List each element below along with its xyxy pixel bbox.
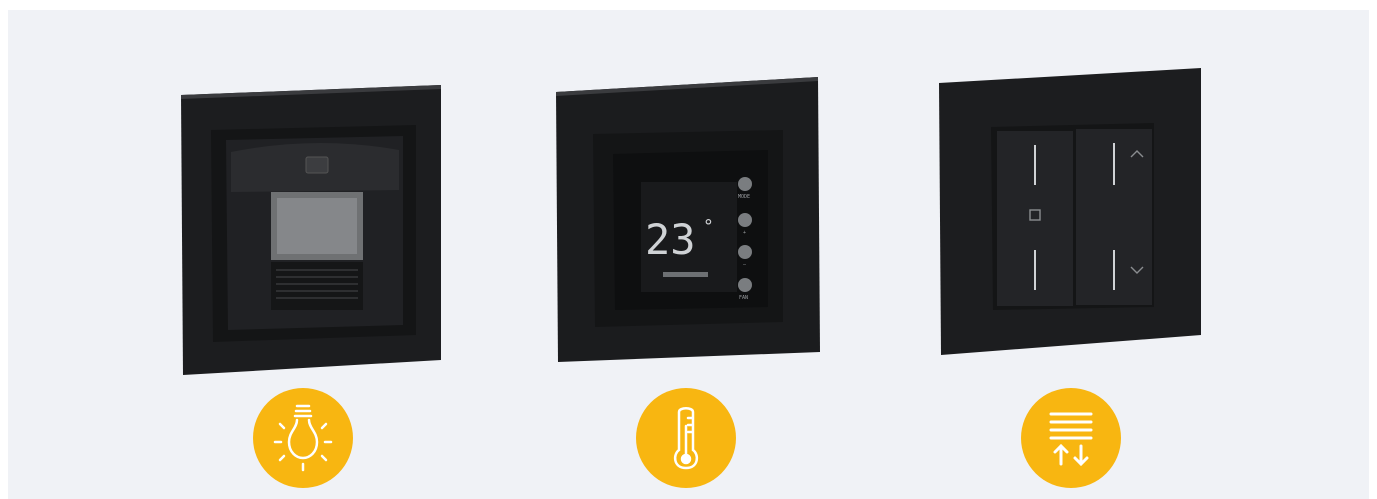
thermostat-unit: °	[703, 216, 714, 237]
svg-text:FAN: FAN	[739, 295, 748, 301]
light-badge	[253, 388, 353, 488]
svg-text:MODE: MODE	[738, 194, 750, 200]
temperature-badge	[636, 388, 736, 488]
blinds-up-down-icon	[1049, 412, 1093, 467]
motion-sensor-device	[181, 85, 441, 375]
product-panel: 23 ° MODE + – FAN	[8, 10, 1369, 499]
thermostat-temperature: 23	[645, 215, 696, 264]
thermostat-device: 23 ° MODE + – FAN	[556, 77, 820, 362]
svg-text:+: +	[743, 230, 746, 236]
light-bulb-icon	[273, 404, 333, 472]
thermometer-icon	[673, 407, 699, 470]
blind-switch-device	[939, 68, 1201, 355]
blinds-badge	[1021, 388, 1121, 488]
